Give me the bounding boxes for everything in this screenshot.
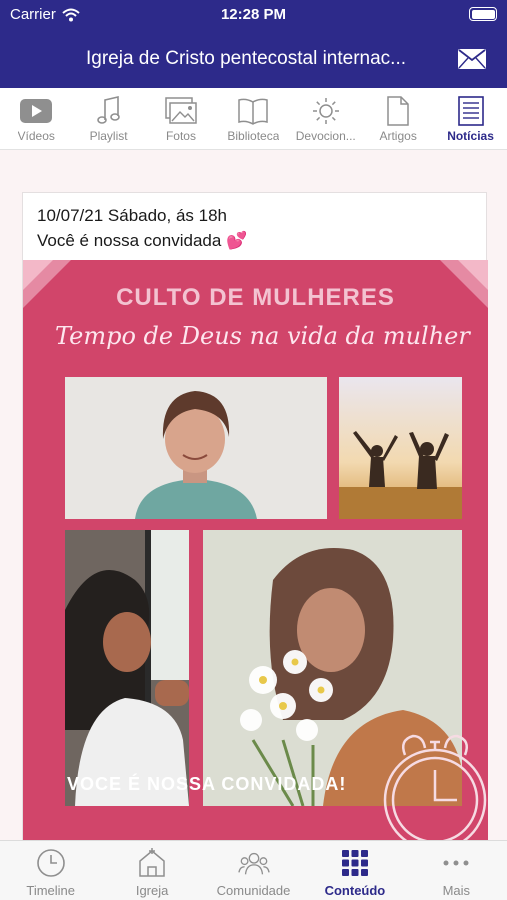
tab-noticias[interactable]: Notícias xyxy=(434,88,506,150)
tab-label: Fotos xyxy=(165,129,196,143)
post-date-line: 10/07/21 Sábado, ás 18h xyxy=(37,206,227,225)
community-icon xyxy=(237,852,270,875)
post-invite-line: Você é nossa convidada 💕 xyxy=(37,231,248,250)
tab-igreja[interactable]: Igreja xyxy=(101,841,202,900)
tab-label: Vídeos xyxy=(17,129,55,143)
sun-icon xyxy=(312,98,339,124)
tab-timeline[interactable]: Timeline xyxy=(0,841,101,900)
poster-subtitle: Tempo de Deus na vida da mulher xyxy=(55,322,470,350)
status-time: 12:28 PM xyxy=(220,6,287,23)
tab-biblioteca[interactable]: Biblioteca xyxy=(217,88,289,150)
church-icon xyxy=(139,848,165,877)
music-note-icon xyxy=(96,96,120,124)
post-poster-image[interactable]: CULTO DE MULHERES Tempo de Deus na vida … xyxy=(23,260,488,840)
document-icon xyxy=(387,96,409,126)
poster-heading: CULTO DE MULHERES xyxy=(116,284,395,311)
tab-label: Mais xyxy=(442,883,471,898)
tab-devocionais[interactable]: Devocion... xyxy=(290,88,362,150)
news-icon xyxy=(457,96,484,126)
play-icon xyxy=(20,99,53,123)
clock-icon xyxy=(36,849,65,877)
content-area[interactable]: 10/07/21 Sábado, ás 18h Você é nossa con… xyxy=(0,150,507,840)
mail-icon[interactable] xyxy=(457,48,487,70)
nav-bar: Igreja de Cristo pentecostal internac... xyxy=(0,30,507,88)
tab-artigos[interactable]: Artigos xyxy=(362,88,434,150)
tab-label: Artigos xyxy=(379,129,417,143)
page-title: Igreja de Cristo pentecostal internac... xyxy=(86,48,407,69)
app-screen: Carrier 12:28 PM Igreja de Cristo pentec… xyxy=(0,0,507,900)
battery-icon xyxy=(469,7,497,21)
tab-mais[interactable]: Mais xyxy=(406,841,507,900)
news-post-card[interactable]: 10/07/21 Sábado, ás 18h Você é nossa con… xyxy=(22,192,488,840)
tab-label: Timeline xyxy=(26,883,76,898)
more-icon xyxy=(443,860,469,866)
bottom-tab-bar: Timeline Igreja Comunidade Conteúdo Mais xyxy=(0,840,507,900)
photo-sunset-people xyxy=(339,377,462,519)
photo-woman-smiling xyxy=(65,377,327,519)
tab-conteudo[interactable]: Conteúdo xyxy=(304,841,405,900)
poster-invite-text: VOCE É NOSSA CONVIDADA! xyxy=(67,774,347,794)
post-text: 10/07/21 Sábado, ás 18h Você é nossa con… xyxy=(23,193,486,260)
tab-label: Notícias xyxy=(447,129,494,143)
tab-photos[interactable]: Fotos xyxy=(145,88,217,150)
tab-label: Playlist xyxy=(89,129,128,143)
tab-videos[interactable]: Vídeos xyxy=(0,88,72,150)
grid-icon xyxy=(341,850,368,876)
photos-icon xyxy=(165,97,197,124)
tab-label: Igreja xyxy=(135,883,169,898)
tab-comunidade[interactable]: Comunidade xyxy=(203,841,304,900)
alarm-clock-graphic xyxy=(383,734,487,840)
tab-label: Comunidade xyxy=(216,883,291,898)
tab-playlist[interactable]: Playlist xyxy=(72,88,144,150)
tab-label: Conteúdo xyxy=(324,883,386,898)
photo-woman-window xyxy=(65,530,189,806)
tab-label: Biblioteca xyxy=(227,129,280,143)
book-icon xyxy=(238,98,269,125)
category-tabs: Vídeos Playlist Fotos Biblioteca Devocio… xyxy=(0,88,507,150)
status-bar: Carrier 12:28 PM xyxy=(0,0,507,30)
tab-label: Devocion... xyxy=(295,129,356,143)
